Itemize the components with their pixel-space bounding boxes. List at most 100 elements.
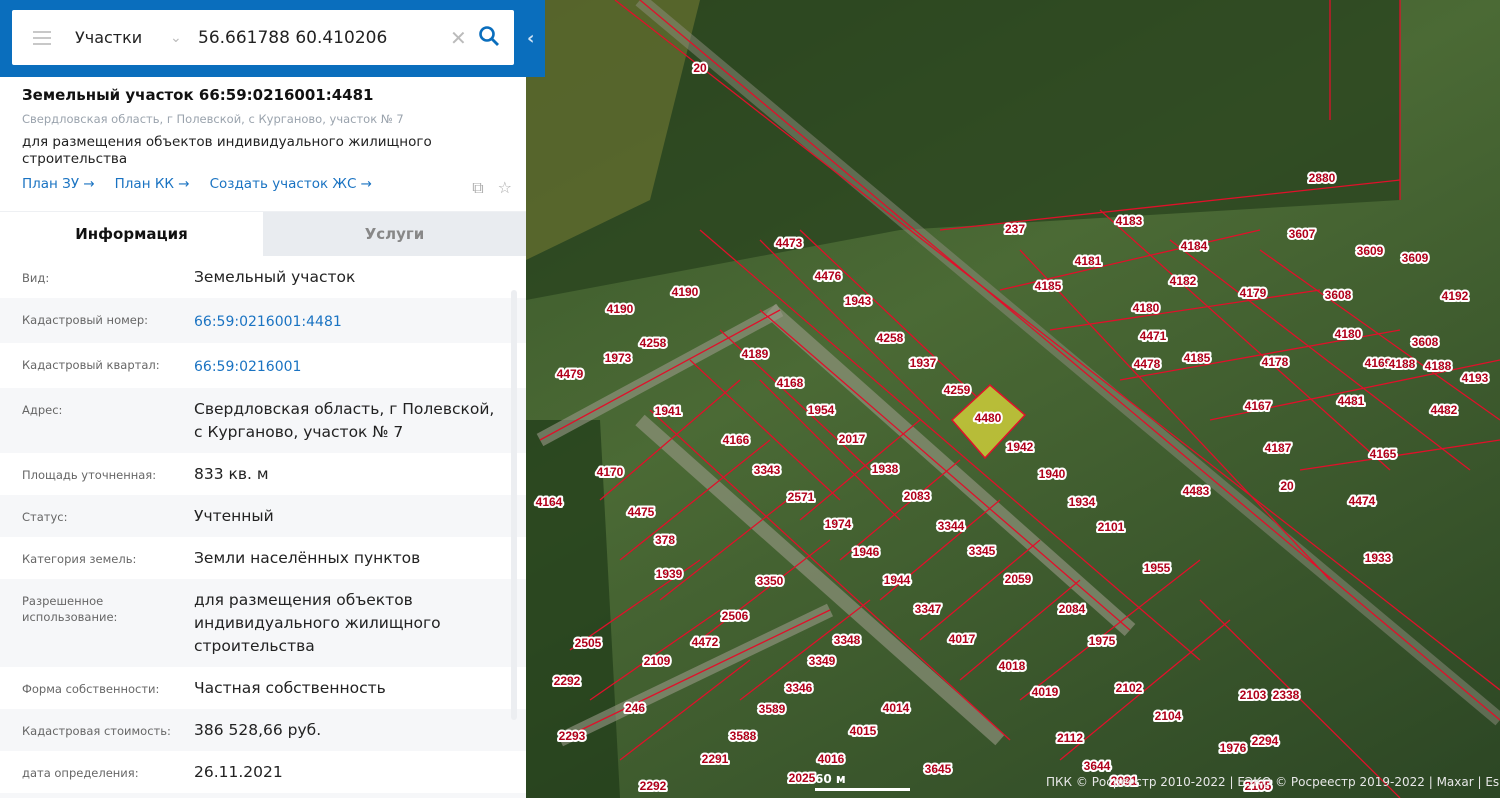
parcel-label[interactable]: 3346 xyxy=(784,679,815,697)
parcel-label[interactable]: 1943 xyxy=(843,292,874,310)
parcel-label[interactable]: 2294 xyxy=(1250,732,1281,750)
plan-zu-link[interactable]: План ЗУ → xyxy=(22,176,95,192)
parcel-label[interactable]: 4482 xyxy=(1429,401,1460,419)
parcel-label[interactable]: 3588 xyxy=(728,727,759,745)
parcel-label[interactable]: 4480 xyxy=(973,409,1004,427)
parcel-label[interactable]: 2017 xyxy=(837,430,868,448)
parcel-label[interactable]: 1934 xyxy=(1067,493,1098,511)
parcel-label[interactable]: 4474 xyxy=(1347,492,1378,510)
parcel-label[interactable]: 4258 xyxy=(638,334,669,352)
parcel-label[interactable]: 1974 xyxy=(823,515,854,533)
parcel-label[interactable]: 2103 xyxy=(1238,686,1269,704)
parcel-label[interactable]: 4472 xyxy=(690,633,721,651)
parcel-label[interactable]: 4179 xyxy=(1238,284,1269,302)
parcel-label[interactable]: 2109 xyxy=(642,652,673,670)
parcel-label[interactable]: 4017 xyxy=(947,630,978,648)
parcel-label[interactable]: 1938 xyxy=(870,460,901,478)
parcel-label[interactable]: 3608 xyxy=(1410,333,1441,351)
parcel-label[interactable]: 4178 xyxy=(1260,353,1291,371)
clear-icon[interactable]: ✕ xyxy=(450,26,478,50)
collapse-panel-icon[interactable]: ‹ xyxy=(527,28,534,49)
parcel-label[interactable]: 4481 xyxy=(1336,392,1367,410)
parcel-label[interactable]: 4165 xyxy=(1368,445,1399,463)
parcel-label[interactable]: 2505 xyxy=(573,634,604,652)
parcel-label[interactable]: 1954 xyxy=(806,401,837,419)
parcel-label[interactable]: 3345 xyxy=(967,542,998,560)
parcel-label[interactable]: 2101 xyxy=(1096,518,1127,536)
parcel-label[interactable]: 2025 xyxy=(787,769,818,787)
parcel-label[interactable]: 4476 xyxy=(813,267,844,285)
parcel-label[interactable]: 1941 xyxy=(653,402,684,420)
parcel-label[interactable]: 4185 xyxy=(1182,349,1213,367)
parcel-label[interactable]: 3645 xyxy=(923,760,954,778)
parcel-label[interactable]: 1940 xyxy=(1037,465,1068,483)
parcel-label[interactable]: 4183 xyxy=(1114,212,1145,230)
parcel-label[interactable]: 3608 xyxy=(1323,286,1354,304)
search-input[interactable]: 56.661788 60.410206 xyxy=(198,28,450,48)
parcel-label[interactable]: 1933 xyxy=(1363,549,1394,567)
parcel-label[interactable]: 1942 xyxy=(1005,438,1036,456)
parcel-label[interactable]: 2571 xyxy=(786,488,817,506)
parcel-label[interactable]: 1975 xyxy=(1087,632,1118,650)
parcel-label[interactable]: 20 xyxy=(691,59,709,77)
scrollbar[interactable] xyxy=(511,290,517,720)
info-row-link[interactable]: 66:59:0216001 xyxy=(194,343,504,388)
parcel-label[interactable]: 3607 xyxy=(1287,225,1318,243)
parcel-label[interactable]: 4168 xyxy=(775,374,806,392)
parcel-label[interactable]: 3609 xyxy=(1355,242,1386,260)
parcel-label[interactable]: 378 xyxy=(653,531,677,549)
plan-kk-link[interactable]: План КК → xyxy=(115,176,190,192)
parcel-label[interactable]: 2880 xyxy=(1307,169,1338,187)
star-icon[interactable]: ☆ xyxy=(498,178,512,198)
parcel-label[interactable]: 1955 xyxy=(1142,559,1173,577)
parcel-label[interactable]: 20 xyxy=(1278,477,1296,495)
parcel-label[interactable]: 4193 xyxy=(1460,369,1491,387)
parcel-label[interactable]: 2083 xyxy=(902,487,933,505)
parcel-label[interactable]: 4479 xyxy=(555,365,586,383)
tab-services[interactable]: Услуги xyxy=(263,212,526,256)
parcel-label[interactable]: 4181 xyxy=(1073,252,1104,270)
layer-select[interactable]: Участки xyxy=(75,28,170,47)
parcel-label[interactable]: 4014 xyxy=(881,699,912,717)
parcel-label[interactable]: 3344 xyxy=(936,517,967,535)
parcel-label[interactable]: 4192 xyxy=(1440,287,1471,305)
parcel-label[interactable]: 4018 xyxy=(997,657,1028,675)
parcel-label[interactable]: 3609 xyxy=(1400,249,1431,267)
create-parcel-link[interactable]: Создать участок ЖС → xyxy=(210,176,372,192)
parcel-label[interactable]: 2059 xyxy=(1003,570,1034,588)
parcel-label[interactable]: 2102 xyxy=(1114,679,1145,697)
parcel-label[interactable]: 4190 xyxy=(670,283,701,301)
parcel-label[interactable]: 4019 xyxy=(1030,683,1061,701)
parcel-label[interactable]: 4471 xyxy=(1138,327,1169,345)
parcel-label[interactable]: 2506 xyxy=(720,607,751,625)
parcel-label[interactable]: 2291 xyxy=(700,750,731,768)
parcel-label[interactable]: 1946 xyxy=(851,543,882,561)
parcel-label[interactable]: 4170 xyxy=(595,463,626,481)
parcel-label[interactable]: 2338 xyxy=(1271,686,1302,704)
parcel-label[interactable]: 4015 xyxy=(848,722,879,740)
search-icon[interactable] xyxy=(478,25,514,51)
parcel-label[interactable]: 4473 xyxy=(774,234,805,252)
search-document-icon[interactable]: ⧉ xyxy=(472,178,483,198)
parcel-label[interactable]: 1944 xyxy=(882,571,913,589)
parcel-label[interactable]: 4190 xyxy=(605,300,636,318)
parcel-label[interactable]: 1937 xyxy=(908,354,939,372)
chevron-down-icon[interactable]: ⌄ xyxy=(170,30,198,46)
parcel-label[interactable]: 4259 xyxy=(942,381,973,399)
parcel-label[interactable]: 3644 xyxy=(1082,757,1113,775)
parcel-label[interactable]: 4016 xyxy=(816,750,847,768)
parcel-label[interactable]: 2104 xyxy=(1153,707,1184,725)
parcel-label[interactable]: 4483 xyxy=(1181,482,1212,500)
parcel-label[interactable]: 4188 xyxy=(1423,357,1454,375)
parcel-label[interactable]: 4188 xyxy=(1387,355,1418,373)
parcel-label[interactable]: 4258 xyxy=(875,329,906,347)
parcel-label[interactable]: 3589 xyxy=(757,700,788,718)
parcel-label[interactable]: 4164 xyxy=(534,493,565,511)
parcel-label[interactable]: 4167 xyxy=(1243,397,1274,415)
parcel-label[interactable]: 2292 xyxy=(638,777,669,795)
parcel-label[interactable]: 4189 xyxy=(740,345,771,363)
parcel-label[interactable]: 3350 xyxy=(755,572,786,590)
parcel-label[interactable]: 1939 xyxy=(654,565,685,583)
parcel-label[interactable]: 4180 xyxy=(1131,299,1162,317)
parcel-label[interactable]: 4166 xyxy=(721,431,752,449)
